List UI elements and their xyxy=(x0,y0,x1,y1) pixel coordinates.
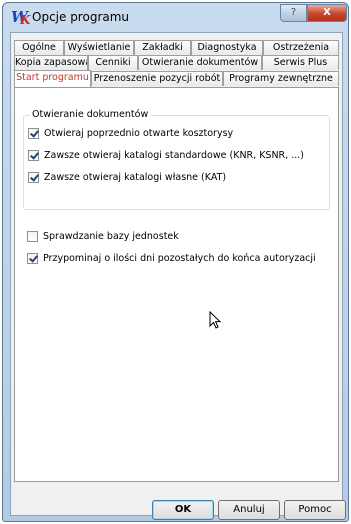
tab-row-1: Ogólne Wyświetlanie Zakładki Diagnostyka… xyxy=(14,40,339,55)
checkbox-label: Przypominaj o ilości dni pozostałych do … xyxy=(43,252,316,264)
group-title: Otwieranie dokumentów xyxy=(30,109,151,120)
tab-cenniki[interactable]: Cenniki xyxy=(88,55,138,70)
tab-ogolne[interactable]: Ogólne xyxy=(14,40,64,55)
options-dialog: WK Opcje programu ? X Ogólne Wyświetlani… xyxy=(2,2,349,522)
checkbox-open-own-catalogs[interactable] xyxy=(28,171,39,183)
tab-panel-start-programu: Otwieranie dokumentów Otwieraj poprzedni… xyxy=(14,87,339,482)
tab-otwieranie-dokumentow[interactable]: Otwieranie dokumentów xyxy=(138,55,262,70)
checkbox-label: Sprawdzanie bazy jednostek xyxy=(43,230,179,242)
checkbox-row-open-own-catalogs[interactable]: Zawsze otwieraj katalogi własne (KAT) xyxy=(28,170,226,184)
tab-przenoszenie-pozycji[interactable]: Przenoszenie pozycji robót xyxy=(91,71,223,86)
tab-diagnostyka[interactable]: Diagnostyka xyxy=(191,40,263,55)
tab-start-programu[interactable]: Start programu xyxy=(14,70,91,87)
checkbox-label: Zawsze otwieraj katalogi własne (KAT) xyxy=(44,171,227,183)
close-button[interactable]: X xyxy=(307,4,347,22)
tab-zakladki[interactable]: Zakładki xyxy=(134,40,191,55)
dialog-client-area: Ogólne Wyświetlanie Zakładki Diagnostyka… xyxy=(10,32,343,516)
help-title-button[interactable]: ? xyxy=(280,4,307,22)
checkbox-open-standard-catalogs[interactable] xyxy=(28,149,39,161)
checkbox-row-check-units[interactable]: Sprawdzanie bazy jednostek xyxy=(27,229,179,243)
group-otwieranie-dokumentow: Otwieranie dokumentów Otwieraj poprzedni… xyxy=(23,109,330,210)
checkbox-row-open-standard-catalogs[interactable]: Zawsze otwieraj katalogi standardowe (KN… xyxy=(28,148,304,162)
tab-kopia-zapasowa[interactable]: Kopia zapasowa xyxy=(14,55,88,70)
mouse-cursor-icon xyxy=(209,311,221,329)
tab-row-2: Kopia zapasowa Cenniki Otwieranie dokume… xyxy=(14,55,339,70)
tab-programy-zewnetrzne[interactable]: Programy zewnętrzne xyxy=(223,71,339,86)
checkbox-open-previous[interactable] xyxy=(28,127,39,139)
cancel-button[interactable]: Anuluj xyxy=(218,500,280,520)
tab-ostrzezenia[interactable]: Ostrzeżenia xyxy=(263,40,339,55)
tab-wyswietlanie[interactable]: Wyświetlanie xyxy=(64,40,134,55)
checkbox-remind-authorization[interactable] xyxy=(27,252,38,264)
ok-button[interactable]: OK xyxy=(152,500,214,520)
help-button[interactable]: Pomoc xyxy=(284,500,346,520)
checkbox-label: Zawsze otwieraj katalogi standardowe (KN… xyxy=(44,149,304,161)
app-logo-icon: WK xyxy=(11,8,31,27)
checkbox-check-units[interactable] xyxy=(27,230,38,242)
tab-serwis-plus[interactable]: Serwis Plus xyxy=(262,55,339,70)
checkbox-row-open-previous[interactable]: Otwieraj poprzednio otwarte kosztorysy xyxy=(28,126,233,140)
checkbox-row-remind-authorization[interactable]: Przypominaj o ilości dni pozostałych do … xyxy=(27,251,316,265)
checkbox-label: Otwieraj poprzednio otwarte kosztorysy xyxy=(44,127,234,139)
tab-row-3: Start programu Przenoszenie pozycji robó… xyxy=(14,70,339,87)
title-bar[interactable]: WK Opcje programu ? X xyxy=(3,3,348,31)
window-title: Opcje programu xyxy=(32,10,130,24)
